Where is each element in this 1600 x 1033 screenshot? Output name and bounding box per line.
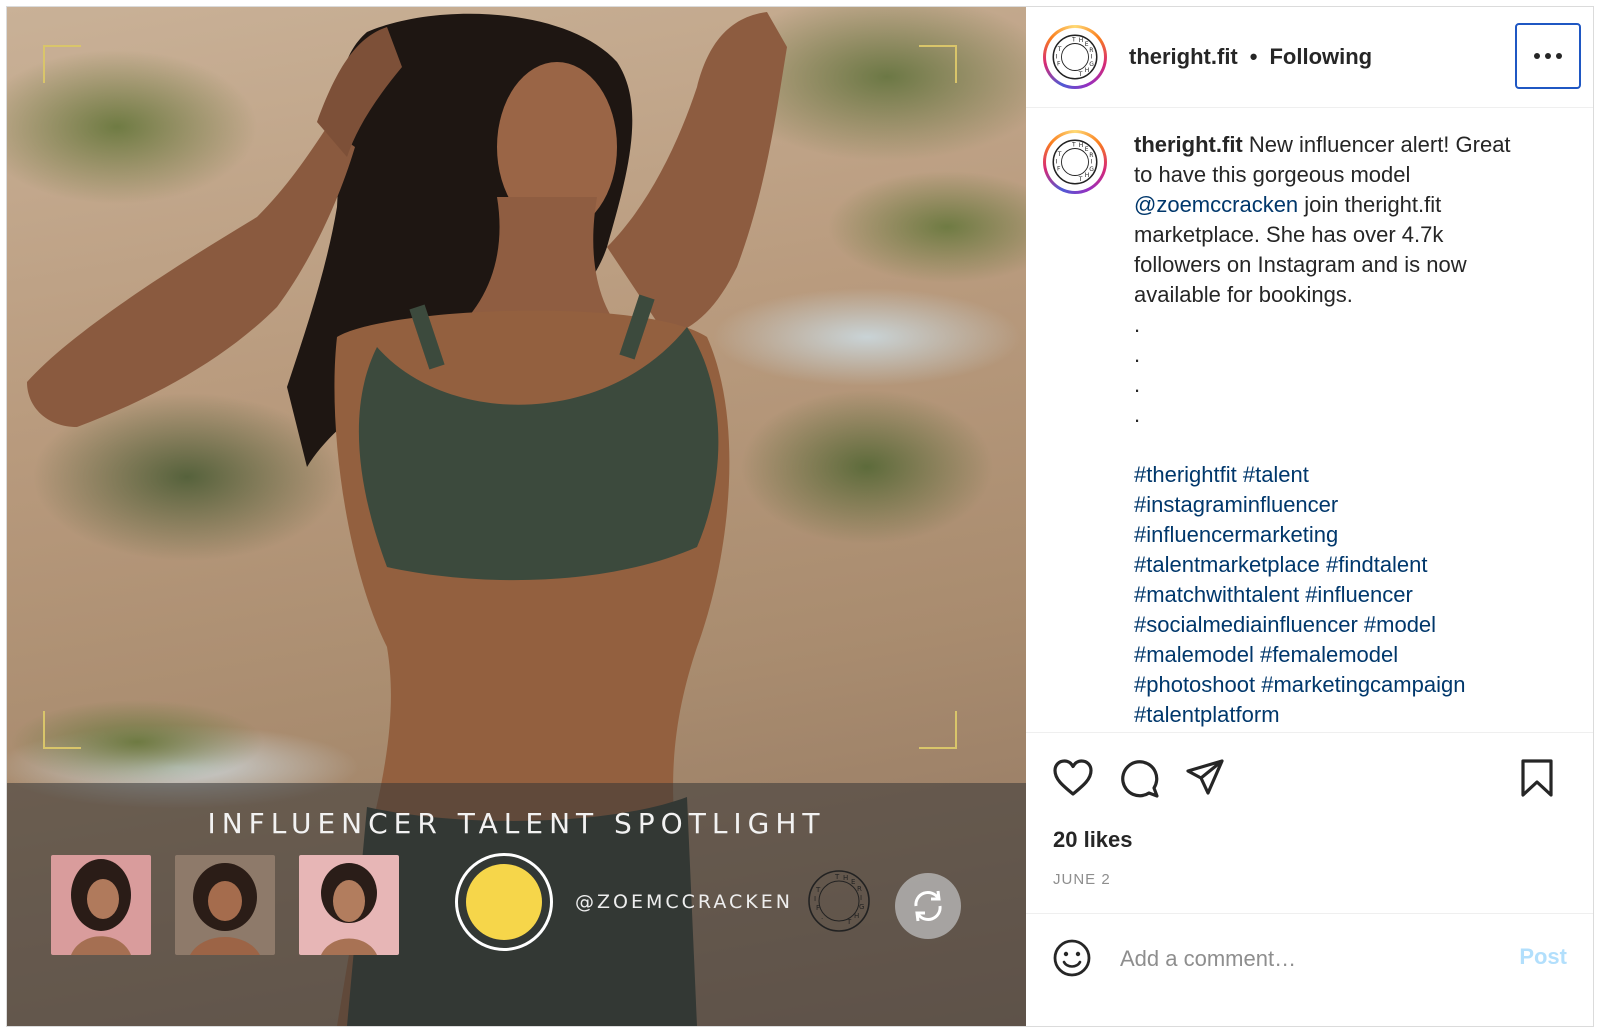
more-options-button[interactable] bbox=[1515, 23, 1581, 89]
talent-thumbnail bbox=[175, 855, 275, 955]
post-actions: 20 likes JUNE 2 bbox=[1026, 732, 1593, 913]
emoji-icon[interactable] bbox=[1052, 938, 1092, 978]
svg-text:H: H bbox=[843, 874, 848, 882]
header-separator: • bbox=[1249, 44, 1258, 69]
avatar[interactable]: THE RIG HT FIT bbox=[1043, 130, 1107, 194]
post-frame: INFLUENCER TALENT SPOTLIGHT @ZOEMCCRACKE… bbox=[6, 6, 1594, 1027]
post-caption: THE RIG HT FIT theright.fit New influenc… bbox=[1026, 108, 1593, 732]
hashtag-line[interactable]: #matchwithtalent #influencer bbox=[1134, 580, 1534, 610]
shutter-dot bbox=[466, 864, 542, 940]
frame-corner-top-left bbox=[43, 45, 81, 83]
svg-text:I: I bbox=[1091, 54, 1093, 61]
talent-thumbnail bbox=[299, 855, 399, 955]
svg-text:H: H bbox=[1079, 37, 1084, 44]
frame-corner-top-right bbox=[919, 45, 957, 83]
svg-text:T: T bbox=[815, 886, 821, 894]
svg-text:H: H bbox=[1085, 67, 1090, 74]
svg-text:T: T bbox=[1071, 141, 1076, 148]
talent-thumbnail bbox=[51, 855, 151, 955]
talent-handle: @ZOEMCCRACKEN bbox=[575, 891, 793, 913]
bookmark-icon[interactable] bbox=[1516, 757, 1558, 799]
post-username[interactable]: theright.fit bbox=[1129, 44, 1238, 70]
caption-dot: . bbox=[1134, 342, 1141, 367]
brand-seal-icon: T HE RIG HT FIT bbox=[1052, 139, 1098, 185]
svg-text:F: F bbox=[1057, 60, 1061, 67]
comment-bar: Post bbox=[1026, 913, 1593, 1026]
flip-camera-icon bbox=[914, 890, 942, 922]
hashtag-line[interactable]: #socialmediainfluencer #model bbox=[1134, 610, 1534, 640]
mention-link[interactable]: @zoemccracken bbox=[1134, 192, 1298, 217]
svg-text:.: . bbox=[821, 913, 823, 921]
svg-text:I: I bbox=[1056, 159, 1058, 166]
brand-seal-icon: THE RIG HT. FIT bbox=[808, 870, 870, 932]
post-comment-button[interactable]: Post bbox=[1519, 944, 1567, 970]
hashtag-line[interactable]: #talentplatform bbox=[1134, 700, 1534, 730]
svg-text:I: I bbox=[1056, 54, 1058, 61]
svg-text:E: E bbox=[851, 878, 855, 886]
following-button[interactable]: Following bbox=[1269, 44, 1372, 70]
hashtag-list: #therightfit #talent #instagraminfluencer… bbox=[1134, 460, 1534, 730]
caption-dot: . bbox=[1134, 402, 1141, 427]
svg-text:T: T bbox=[846, 918, 852, 926]
svg-text:E: E bbox=[1085, 41, 1089, 48]
svg-text:G: G bbox=[1089, 166, 1094, 173]
hashtag-line[interactable]: #therightfit #talent bbox=[1134, 460, 1534, 490]
spotlight-headline: INFLUENCER TALENT SPOTLIGHT bbox=[207, 807, 826, 840]
post-media[interactable]: INFLUENCER TALENT SPOTLIGHT @ZOEMCCRACKE… bbox=[7, 7, 1026, 1026]
avatar[interactable]: THE RIG HT FIT bbox=[1043, 25, 1107, 89]
more-icon bbox=[1534, 53, 1562, 59]
svg-text:H: H bbox=[1085, 172, 1090, 179]
caption-text: theright.fit New influencer alert! Great… bbox=[1134, 130, 1534, 730]
post-side-panel: THE RIG HT FIT theright.fit • Following bbox=[1026, 7, 1593, 1026]
hashtag-line[interactable]: #talentmarketplace #findtalent bbox=[1134, 550, 1534, 580]
svg-text:T: T bbox=[1057, 46, 1062, 53]
shutter-button bbox=[455, 853, 553, 951]
comment-icon[interactable] bbox=[1118, 757, 1160, 799]
svg-text:F: F bbox=[816, 904, 820, 912]
svg-text:I: I bbox=[1091, 159, 1093, 166]
hashtag-line[interactable]: #malemodel #femalemodel bbox=[1134, 640, 1534, 670]
post-header: THE RIG HT FIT theright.fit • Following bbox=[1026, 7, 1593, 108]
hashtag-line[interactable]: #photoshoot #marketingcampaign bbox=[1134, 670, 1534, 700]
svg-text:H: H bbox=[854, 912, 859, 920]
svg-text:T: T bbox=[1078, 71, 1083, 78]
svg-text:R: R bbox=[1089, 47, 1093, 54]
frame-corner-bottom-right bbox=[919, 711, 957, 749]
svg-text:R: R bbox=[857, 885, 862, 893]
svg-text:T: T bbox=[1078, 176, 1083, 183]
svg-text:G: G bbox=[859, 903, 864, 911]
share-icon[interactable] bbox=[1184, 757, 1226, 799]
flip-camera-button bbox=[895, 873, 961, 939]
svg-text:I: I bbox=[860, 894, 862, 902]
comment-input[interactable] bbox=[1118, 934, 1482, 984]
caption-dot: . bbox=[1134, 372, 1141, 397]
svg-text:H: H bbox=[1079, 142, 1084, 149]
svg-text:I: I bbox=[814, 895, 816, 903]
caption-username[interactable]: theright.fit bbox=[1134, 132, 1243, 157]
heart-icon[interactable] bbox=[1052, 757, 1094, 799]
svg-text:T: T bbox=[1057, 151, 1062, 158]
svg-text:G: G bbox=[1089, 61, 1094, 68]
post-date: JUNE 2 bbox=[1053, 871, 1111, 888]
caption-dot: . bbox=[1134, 312, 1141, 337]
svg-text:F: F bbox=[1057, 165, 1061, 172]
likes-count[interactable]: 20 likes bbox=[1053, 827, 1133, 853]
frame-corner-bottom-left bbox=[43, 711, 81, 749]
hashtag-line[interactable]: #influencermarketing bbox=[1134, 520, 1534, 550]
svg-text:T: T bbox=[834, 873, 840, 881]
hashtag-line[interactable]: #instagraminfluencer bbox=[1134, 490, 1534, 520]
svg-text:R: R bbox=[1089, 152, 1093, 159]
brand-seal-icon: T HE RIG HT FIT bbox=[1052, 34, 1098, 80]
svg-text:E: E bbox=[1085, 146, 1089, 153]
svg-text:T: T bbox=[1071, 36, 1076, 43]
